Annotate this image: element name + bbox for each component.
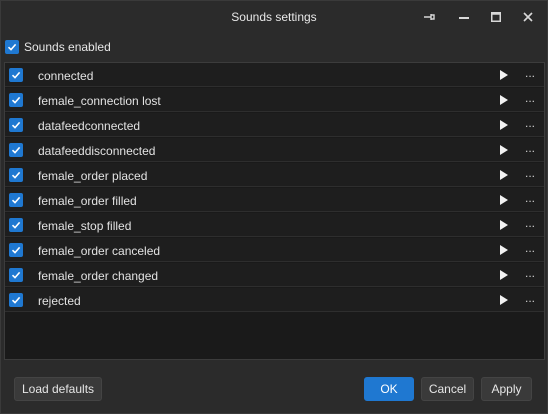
play-icon[interactable] [500,120,508,130]
sound-row: female_order canceled... [5,238,544,262]
sound-name: connected [38,69,94,83]
sound-name: female_connection lost [38,94,161,108]
sounds-enabled-label: Sounds enabled [24,40,111,54]
sounds-enabled-checkbox[interactable] [5,40,19,54]
sound-enabled-checkbox[interactable] [9,193,23,207]
sounds-settings-dialog: Sounds settings Sounds enabled connected… [0,0,548,414]
sound-name: datafeedconnected [38,119,141,133]
sound-name: female_order placed [38,169,148,183]
play-icon[interactable] [500,270,508,280]
sound-enabled-checkbox[interactable] [9,268,23,282]
sound-enabled-checkbox[interactable] [9,93,23,107]
sound-list: connected... female_connection lost... dat… [4,62,545,360]
play-icon[interactable] [500,95,508,105]
sound-enabled-checkbox[interactable] [9,293,23,307]
sound-enabled-checkbox[interactable] [9,118,23,132]
browse-sound-button[interactable]: ... [523,266,537,280]
sound-name: female_order changed [38,269,159,283]
play-icon[interactable] [500,170,508,180]
play-icon[interactable] [500,195,508,205]
sound-row: female_order placed... [5,163,544,187]
play-icon[interactable] [500,295,508,305]
minimize-icon[interactable] [454,8,474,26]
sound-row: female_stop filled... [5,213,544,237]
sound-name: rejected [38,294,81,308]
browse-sound-button[interactable]: ... [523,66,537,80]
ok-button[interactable]: OK [364,377,414,401]
close-icon[interactable] [518,8,538,26]
sound-enabled-checkbox[interactable] [9,168,23,182]
browse-sound-button[interactable]: ... [523,291,537,305]
sound-row: female_connection lost... [5,88,544,112]
title-bar: Sounds settings [1,1,547,35]
browse-sound-button[interactable]: ... [523,191,537,205]
sound-row: female_order changed... [5,263,544,287]
sound-row: datafeedconnected... [5,113,544,137]
play-icon[interactable] [500,220,508,230]
sound-enabled-checkbox[interactable] [9,243,23,257]
cancel-button[interactable]: Cancel [421,377,474,401]
apply-button[interactable]: Apply [481,377,532,401]
load-defaults-button[interactable]: Load defaults [14,377,102,401]
browse-sound-button[interactable]: ... [523,216,537,230]
browse-sound-button[interactable]: ... [523,116,537,130]
pin-icon[interactable] [419,8,439,26]
play-icon[interactable] [500,70,508,80]
sound-row: female_order filled... [5,188,544,212]
sound-name: female_order filled [38,194,137,208]
sound-name: female_stop filled [38,219,132,233]
maximize-icon[interactable] [486,8,506,26]
browse-sound-button[interactable]: ... [523,166,537,180]
play-icon[interactable] [500,145,508,155]
play-icon[interactable] [500,245,508,255]
sound-enabled-checkbox[interactable] [9,68,23,82]
sound-row: datafeeddisconnected... [5,138,544,162]
sound-name: datafeeddisconnected [38,144,156,158]
sound-name: female_order canceled [38,244,161,258]
sound-enabled-checkbox[interactable] [9,218,23,232]
sound-row: rejected... [5,288,544,312]
sounds-enabled-toggle[interactable]: Sounds enabled [5,39,111,55]
browse-sound-button[interactable]: ... [523,241,537,255]
sound-row: connected... [5,63,544,87]
sound-enabled-checkbox[interactable] [9,143,23,157]
browse-sound-button[interactable]: ... [523,141,537,155]
browse-sound-button[interactable]: ... [523,91,537,105]
